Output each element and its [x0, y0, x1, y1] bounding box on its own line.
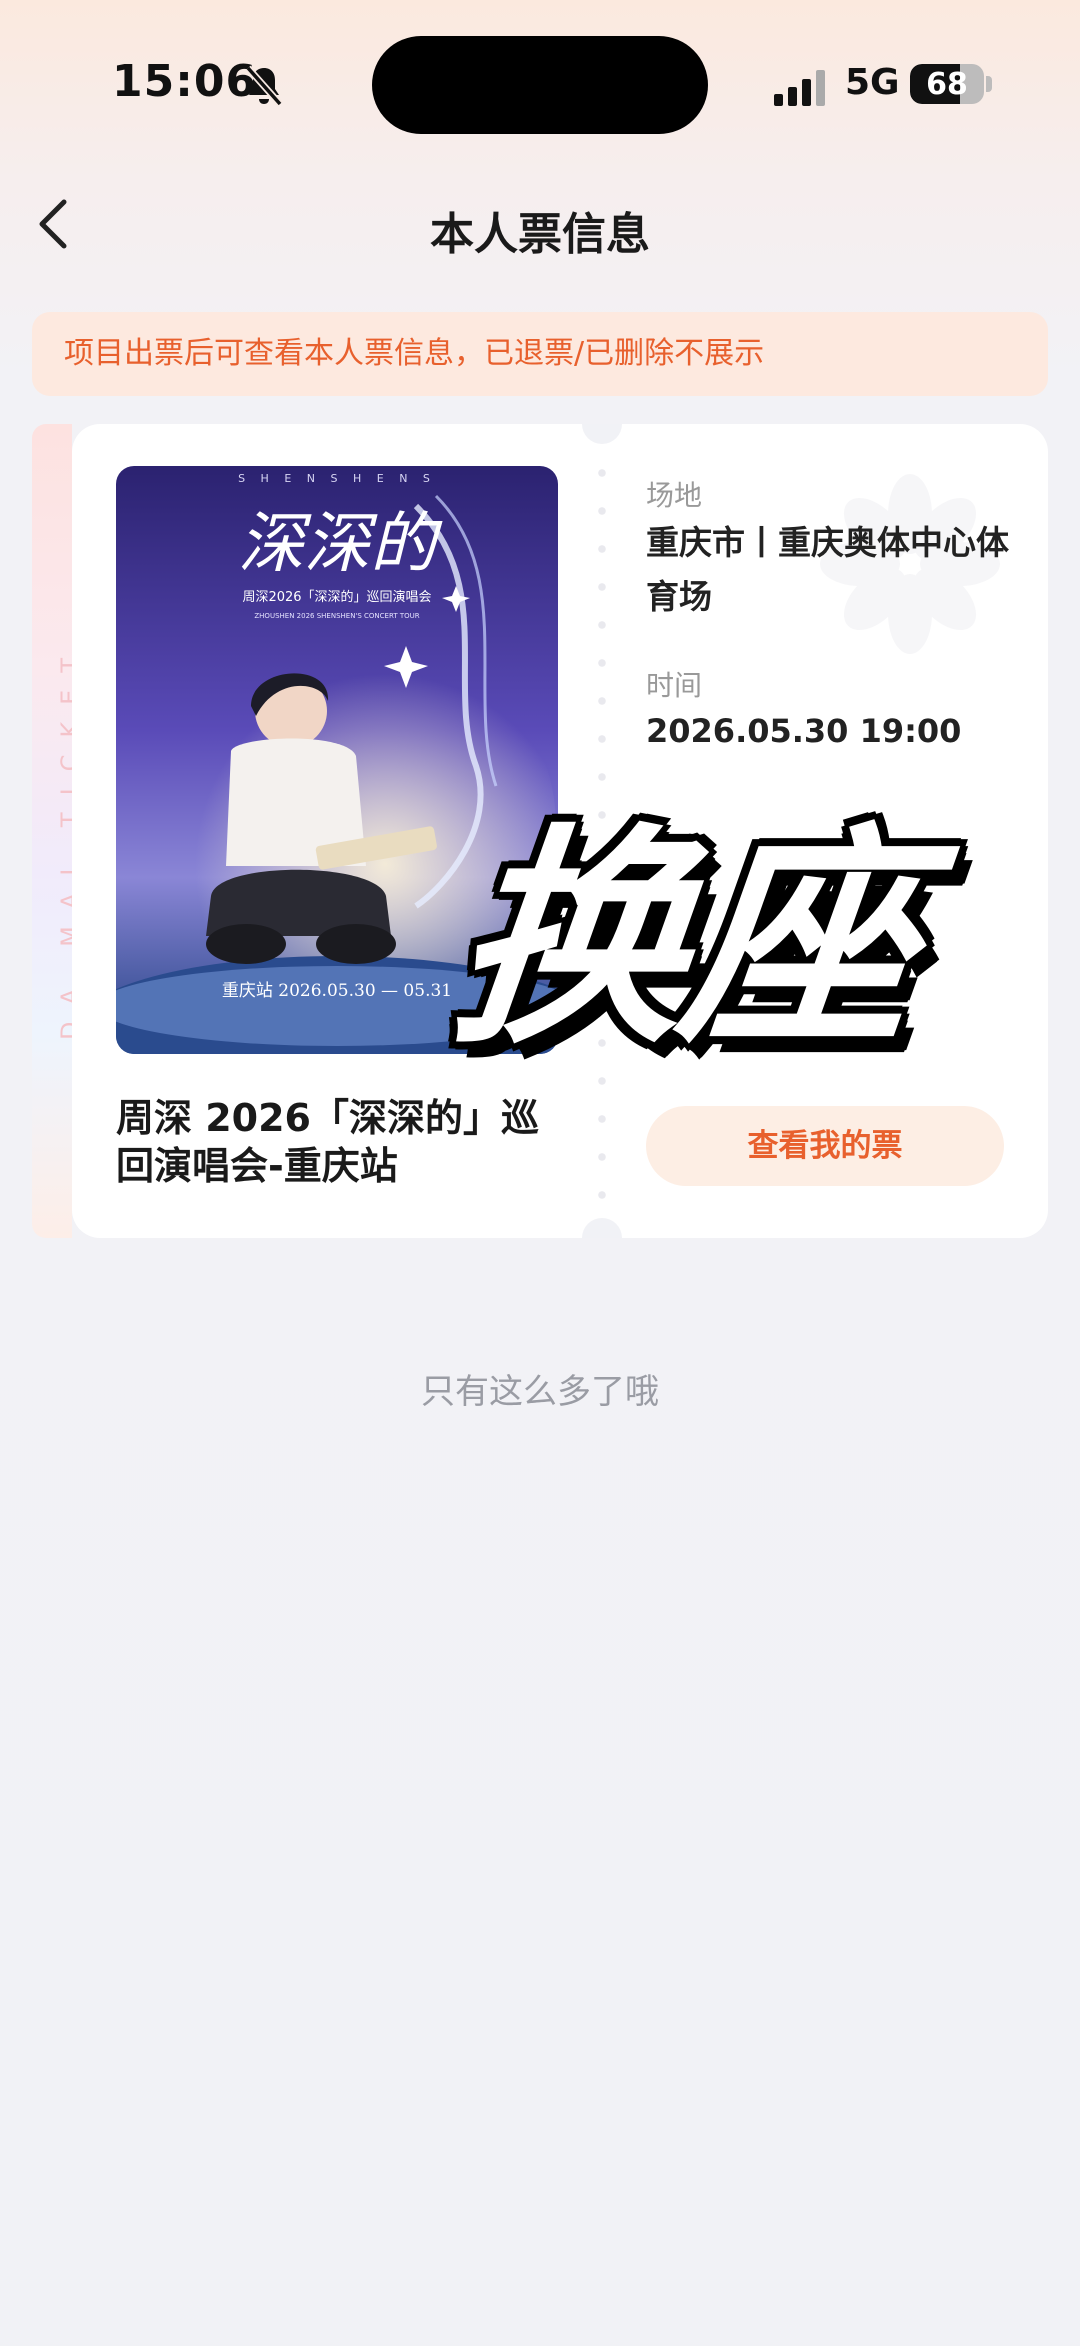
dynamic-island	[372, 36, 708, 134]
signal-bars-icon	[774, 70, 828, 106]
notice-banner: 项目出票后可查看本人票信息，已退票/已删除不展示	[32, 312, 1048, 396]
end-of-list-note: 只有这么多了哦	[421, 1372, 659, 1412]
battery-icon: 68	[910, 64, 984, 104]
time-label: 时间	[646, 669, 703, 702]
network-type: 5G	[845, 62, 900, 103]
poster-city-date: 重庆站 2026.05.30 — 05.31	[222, 981, 452, 1001]
status-time: 15:06	[112, 56, 258, 107]
poster-tour-line-en: ZHOUSHEN 2026 SHENSHEN'S CONCERT TOUR	[254, 612, 419, 620]
poster-tour-line: 周深2026「深深的」巡回演唱会	[242, 589, 431, 605]
venue-label: 场地	[646, 479, 703, 512]
event-title[interactable]: 周深 2026「深深的」巡回演唱会-重庆站	[116, 1094, 556, 1190]
venue-value: 重庆市丨重庆奥体中心体育场	[646, 523, 1009, 616]
battery-percent: 68	[926, 67, 968, 102]
page: 15:06 5G 68 本人票信息 项目出票后可查看本人票信息，已退票/已删除不…	[0, 0, 1080, 2346]
view-my-ticket-button[interactable]: 查看我的票	[646, 1106, 1004, 1186]
poster-brand-line: S H E N S H E N S	[238, 472, 436, 485]
overlay-sticker-text: 换座	[440, 805, 926, 1075]
bell-slash-icon	[245, 65, 283, 107]
page-title: 本人票信息	[430, 209, 650, 260]
ticket-notch-top	[582, 424, 622, 444]
poster-logo-text: 深深的	[238, 505, 443, 582]
status-bar: 15:06 5G 68	[0, 0, 1080, 170]
time-value: 2026.05.30 19:00	[646, 712, 962, 750]
battery-cap	[986, 76, 992, 92]
ticket-notch-bottom	[582, 1218, 622, 1238]
